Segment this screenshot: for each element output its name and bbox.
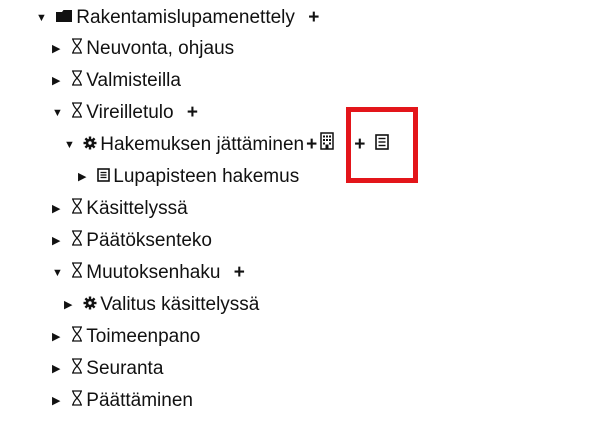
add-document-button[interactable]: + — [354, 131, 365, 159]
expand-toggle[interactable]: ▼ — [52, 259, 66, 287]
hourglass-icon — [71, 35, 83, 63]
hourglass-icon — [71, 195, 83, 223]
tree-node-label[interactable]: Lupapisteen hakemus — [113, 166, 299, 187]
gear-icon — [83, 131, 97, 159]
expand-toggle[interactable]: ▼ — [64, 131, 78, 159]
tree-node-label[interactable]: Päättäminen — [86, 390, 193, 411]
add-child-button[interactable]: + — [234, 259, 245, 287]
tree-node: ▶ Neuvonta, ohjaus — [52, 35, 234, 63]
expand-toggle[interactable]: ▶ — [78, 163, 92, 191]
hourglass-icon — [71, 259, 83, 287]
tree-node-label[interactable]: Vireilletulo — [86, 102, 173, 123]
tree-node-label[interactable]: Seuranta — [86, 358, 163, 379]
tree-node: ▼ Hakemuksen jättäminen + + — [64, 131, 392, 159]
tree-node-label[interactable]: Päätöksenteko — [86, 230, 212, 251]
tree-node-root: ▼ Rakentamislupamenettely + — [36, 4, 319, 32]
expand-toggle[interactable]: ▼ — [36, 4, 50, 32]
tree-node-label[interactable]: Käsittelyssä — [86, 198, 187, 219]
expand-toggle[interactable]: ▶ — [52, 323, 66, 351]
hourglass-icon — [71, 323, 83, 351]
hourglass-icon — [71, 387, 83, 415]
hourglass-icon — [71, 99, 83, 127]
tree-node-label[interactable]: Rakentamislupamenettely — [76, 7, 295, 28]
tree-node: ▶ Toimeenpano — [52, 323, 200, 351]
tree-node: ▶ Päättäminen — [52, 387, 193, 415]
expand-toggle[interactable]: ▼ — [52, 99, 66, 127]
folder-icon — [55, 4, 73, 32]
gear-icon — [83, 291, 97, 319]
expand-toggle[interactable]: ▶ — [52, 195, 66, 223]
tree-node: ▶ Valitus käsittelyssä — [64, 291, 259, 319]
hourglass-icon — [71, 67, 83, 95]
hourglass-icon — [71, 355, 83, 383]
expand-toggle[interactable]: ▶ — [52, 355, 66, 383]
tree-node: ▶ Valmisteilla — [52, 67, 181, 95]
document-icon — [97, 163, 111, 191]
tree-node: ▶ Lupapisteen hakemus — [78, 163, 299, 191]
tree-node-label[interactable]: Toimeenpano — [86, 326, 200, 347]
hourglass-icon — [71, 227, 83, 255]
expand-toggle[interactable]: ▶ — [52, 387, 66, 415]
tree-node-label[interactable]: Valmisteilla — [86, 70, 181, 91]
tree-node-label[interactable]: Hakemuksen jättäminen — [100, 134, 304, 155]
tree-node-label[interactable]: Valitus käsittelyssä — [100, 294, 259, 315]
tree-node: ▼ Vireilletulo + — [52, 99, 198, 127]
tree-node: ▶ Käsittelyssä — [52, 195, 188, 223]
tree-node-label[interactable]: Muutoksenhaku — [86, 262, 220, 283]
building-icon[interactable] — [320, 131, 334, 159]
add-child-button[interactable]: + — [187, 99, 198, 127]
expand-toggle[interactable]: ▶ — [52, 35, 66, 63]
document-icon[interactable] — [374, 131, 389, 159]
tree-node-label[interactable]: Neuvonta, ohjaus — [86, 38, 234, 59]
tree-node: ▶ Seuranta — [52, 355, 163, 383]
tree-node: ▼ Muutoksenhaku + — [52, 259, 245, 287]
add-child-button[interactable]: + — [306, 131, 317, 159]
add-child-button[interactable]: + — [308, 4, 319, 32]
expand-toggle[interactable]: ▶ — [52, 227, 66, 255]
expand-toggle[interactable]: ▶ — [64, 291, 78, 319]
divider — [347, 135, 349, 155]
expand-toggle[interactable]: ▶ — [52, 67, 66, 95]
tree-node: ▶ Päätöksenteko — [52, 227, 212, 255]
